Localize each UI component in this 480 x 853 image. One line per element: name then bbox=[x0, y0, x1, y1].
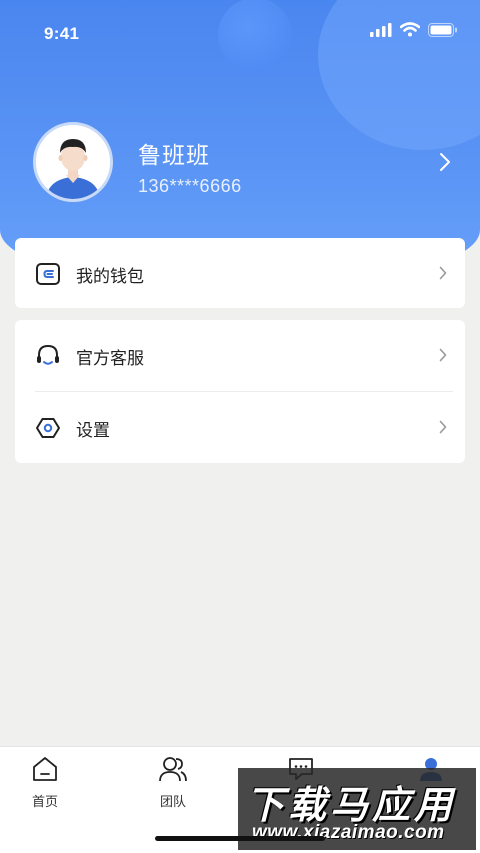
service-settings-card: 官方客服 设置 bbox=[15, 320, 465, 463]
status-time: 9:41 bbox=[44, 24, 80, 43]
menu-item-label: 设置 bbox=[76, 421, 110, 440]
user-name: 鲁班班 bbox=[138, 142, 210, 168]
menu-item-service[interactable]: 官方客服 bbox=[15, 320, 465, 390]
status-icons bbox=[370, 22, 458, 42]
chevron-right-icon bbox=[439, 266, 447, 285]
menu-item-label: 官方客服 bbox=[76, 349, 144, 368]
tab-label: 团队 bbox=[159, 794, 186, 809]
menu-item-wallet[interactable]: 我的钱包 bbox=[15, 238, 465, 308]
wallet-card: 我的钱包 bbox=[15, 238, 465, 308]
home-icon bbox=[15, 755, 75, 788]
chevron-right-icon bbox=[439, 420, 447, 439]
tab-team[interactable]: 团队 bbox=[143, 755, 203, 810]
wifi-icon bbox=[399, 22, 421, 42]
wallet-icon bbox=[35, 261, 61, 287]
status-bar: 9:41 bbox=[0, 0, 480, 66]
avatar[interactable] bbox=[33, 122, 113, 202]
watermark-title: 下载马应用 bbox=[246, 785, 457, 827]
team-icon bbox=[143, 755, 203, 788]
chevron-right-icon[interactable] bbox=[439, 152, 451, 177]
profile-header[interactable]: 鲁班班 136****6666 bbox=[0, 110, 480, 220]
signal-icon bbox=[370, 22, 392, 42]
menu-item-settings[interactable]: 设置 bbox=[15, 392, 465, 462]
headset-icon bbox=[35, 343, 61, 369]
home-indicator bbox=[155, 836, 325, 841]
tab-home[interactable]: 首页 bbox=[15, 755, 75, 810]
menu-item-label: 我的钱包 bbox=[76, 267, 144, 286]
chevron-right-icon bbox=[439, 348, 447, 367]
battery-icon bbox=[428, 22, 458, 42]
tab-label: 首页 bbox=[31, 794, 58, 809]
user-phone: 136****6666 bbox=[138, 176, 242, 196]
hexagon-settings-icon bbox=[35, 415, 61, 441]
